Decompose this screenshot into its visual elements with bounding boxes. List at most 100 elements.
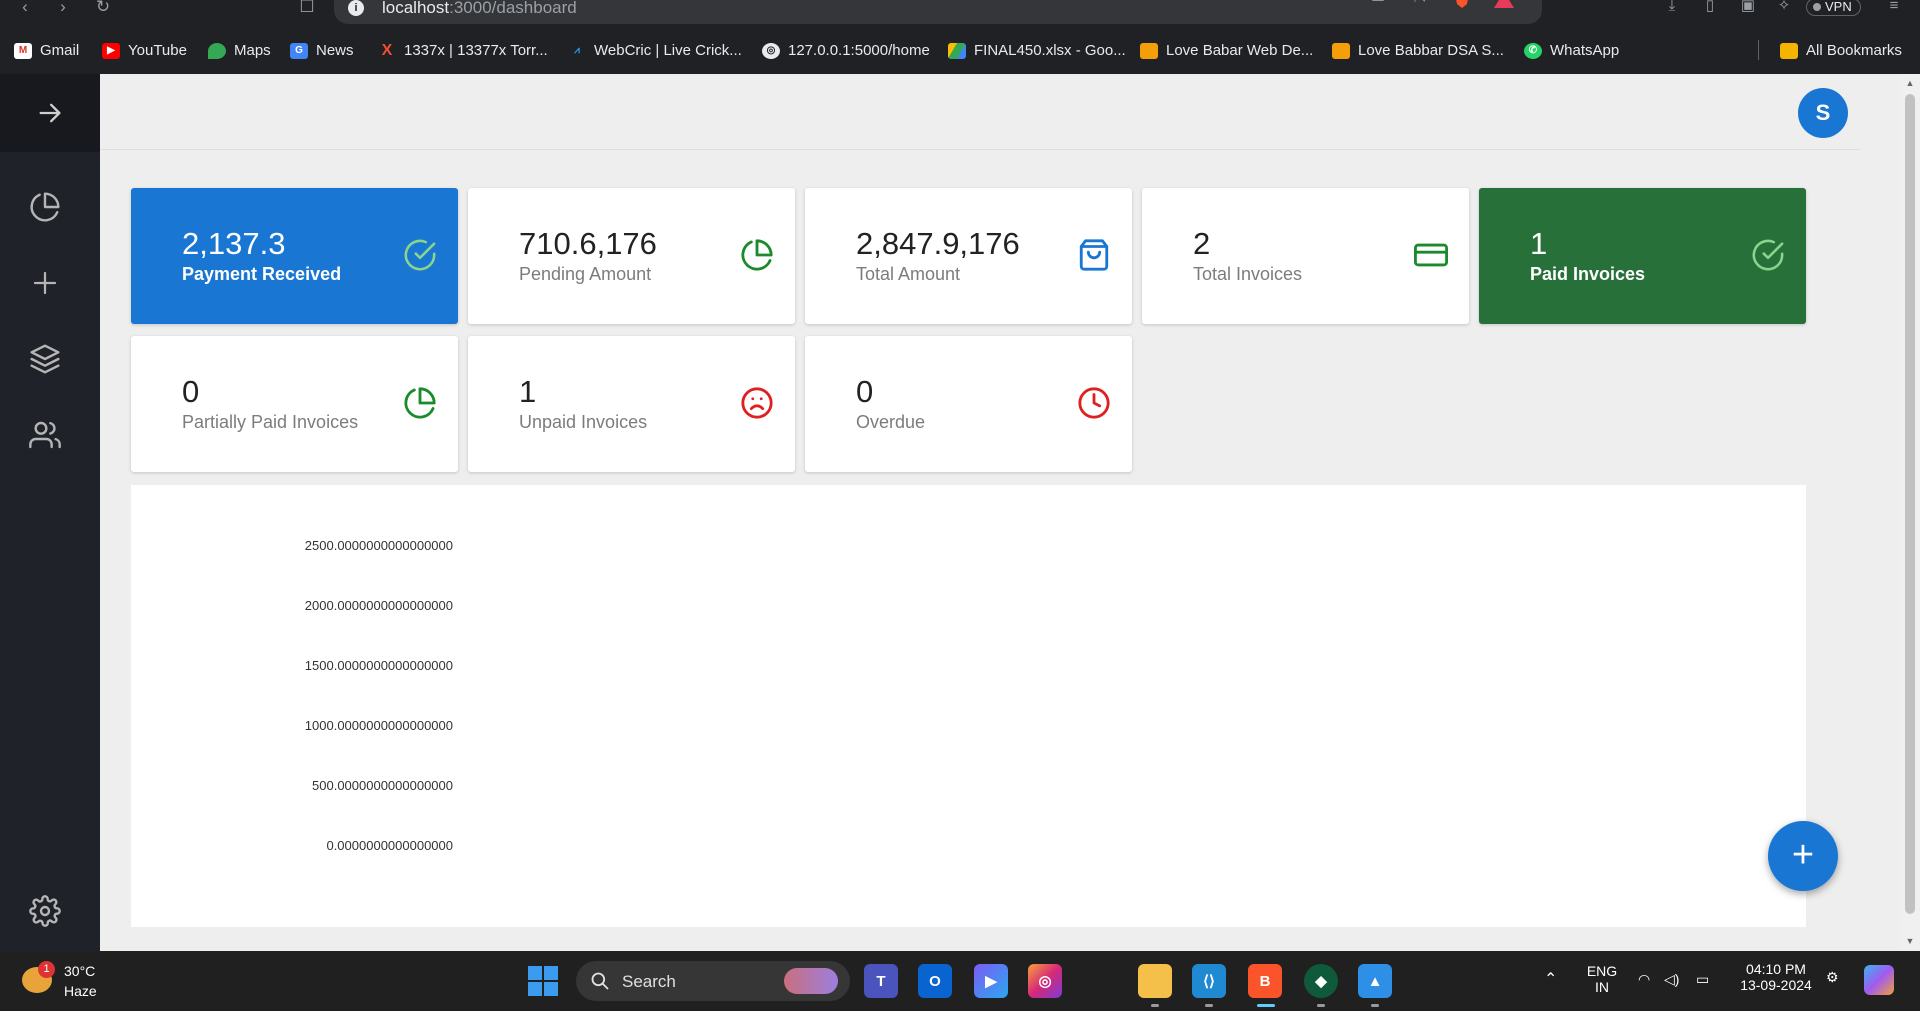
volume-icon[interactable]: ◁) bbox=[1664, 971, 1679, 988]
browser-toolbar: ‹ › ↻ ☐ i localhost:3000/dashboard ▭ ⇱ ⤓… bbox=[0, 0, 1920, 28]
wallet-icon[interactable]: ▣ bbox=[1738, 0, 1758, 16]
clipchamp-icon[interactable]: ▶ bbox=[974, 964, 1008, 998]
url-path: :3000/dashboard bbox=[449, 0, 577, 17]
taskbar-search[interactable]: Search bbox=[576, 961, 850, 1001]
bookmark-localhost[interactable]: ◎ 127.0.0.1:5000/home bbox=[762, 40, 930, 64]
cast-icon[interactable]: ▭ bbox=[1368, 0, 1388, 8]
drive-icon bbox=[948, 43, 966, 60]
y-tick-label: 1500.0000000000000000 bbox=[304, 658, 453, 673]
clock-time: 04:10 PM bbox=[1746, 961, 1806, 977]
bookmark-label: Gmail bbox=[40, 42, 80, 59]
vscode-icon[interactable]: ⟨⟩ bbox=[1192, 964, 1226, 998]
card-label: Payment Received bbox=[182, 264, 342, 284]
brave-shields-icon[interactable] bbox=[1452, 0, 1472, 8]
start-button[interactable] bbox=[528, 966, 558, 996]
sidebar-panel-icon[interactable]: ▯ bbox=[1700, 0, 1720, 16]
sidebar-item-create[interactable] bbox=[26, 264, 64, 302]
gear-icon bbox=[29, 895, 61, 927]
photos-icon[interactable]: ▲ bbox=[1358, 964, 1392, 998]
running-indicator bbox=[1317, 1004, 1325, 1007]
bookmark-final450[interactable]: FINAL450.xlsx - Goo... bbox=[948, 40, 1126, 64]
battery-icon[interactable]: ▭ bbox=[1696, 971, 1709, 988]
maps-icon bbox=[208, 43, 226, 60]
windows-taskbar: 1 30°C Haze Search T O ▶ ◎ ⟨⟩ B ◆ ▲ ⌃ EN… bbox=[0, 951, 1920, 1011]
forward-arrow-icon[interactable]: › bbox=[52, 0, 74, 18]
card-value: 0 bbox=[856, 374, 874, 409]
leo-ai-icon[interactable]: ✧ bbox=[1774, 0, 1794, 16]
notifications-icon[interactable]: ⚙ bbox=[1826, 969, 1839, 986]
search-icon bbox=[591, 972, 609, 990]
sidebar-item-customers[interactable] bbox=[26, 416, 64, 454]
vpn-button[interactable]: VPN bbox=[1806, 0, 1861, 16]
menu-icon[interactable]: ≡ bbox=[1884, 0, 1904, 16]
card-label: Total Invoices bbox=[1193, 264, 1303, 284]
shopping-bag-icon bbox=[1079, 239, 1109, 271]
bookmark-love-babbar-dsa[interactable]: Love Babbar DSA S... bbox=[1332, 40, 1504, 64]
y-tick-label: 1000.0000000000000000 bbox=[304, 718, 453, 733]
weather-condition: Haze bbox=[64, 983, 97, 999]
bookmark-1337x[interactable]: X 1337x | 13377x Torr... bbox=[378, 40, 548, 64]
address-bar[interactable]: i localhost:3000/dashboard ▭ ⇱ bbox=[334, 0, 1542, 24]
reload-icon[interactable]: ↻ bbox=[92, 0, 114, 18]
card-value: 710.6,176 bbox=[519, 226, 657, 261]
y-tick-label: 0.0000000000000000 bbox=[326, 838, 453, 853]
scroll-thumb[interactable] bbox=[1905, 94, 1915, 914]
language-indicator[interactable]: ENG IN bbox=[1586, 963, 1618, 995]
globe-icon: ◎ bbox=[762, 43, 780, 60]
card-label: Total Amount bbox=[856, 264, 961, 284]
avatar[interactable]: S bbox=[1798, 88, 1848, 138]
bookmark-love-babar-web[interactable]: Love Babar Web De... bbox=[1140, 40, 1313, 64]
bookmark-maps[interactable]: Maps bbox=[208, 40, 271, 64]
vpn-status-icon bbox=[1813, 3, 1821, 11]
add-invoice-button[interactable]: + bbox=[1768, 821, 1838, 891]
mongodb-compass-icon[interactable]: ◆ bbox=[1304, 964, 1338, 998]
youtube-icon: ▶ bbox=[102, 43, 120, 60]
teams-icon[interactable]: T bbox=[864, 964, 898, 998]
outlook-icon[interactable]: O bbox=[918, 964, 952, 998]
back-arrow-icon[interactable]: ‹ bbox=[14, 0, 36, 18]
site-info-icon[interactable]: i bbox=[348, 0, 364, 16]
page-scrollbar[interactable]: ▲ ▼ bbox=[1900, 74, 1920, 951]
scroll-up-icon[interactable]: ▲ bbox=[1905, 78, 1915, 88]
folder-icon bbox=[1780, 43, 1798, 60]
bookmark-whatsapp[interactable]: ✆ WhatsApp bbox=[1524, 40, 1619, 64]
running-indicator bbox=[1205, 1004, 1213, 1007]
credit-card-icon bbox=[1414, 243, 1448, 267]
card-label: Unpaid Invoices bbox=[519, 412, 648, 432]
all-bookmarks[interactable]: All Bookmarks bbox=[1780, 40, 1902, 64]
bookmark-page-icon[interactable]: ☐ bbox=[296, 0, 318, 18]
card-payment-received: 2,137.3 Payment Received bbox=[131, 188, 458, 324]
check-circle-icon bbox=[404, 239, 436, 271]
bookmark-youtube[interactable]: ▶ YouTube bbox=[102, 40, 187, 64]
share-icon[interactable]: ⇱ bbox=[1410, 0, 1430, 8]
bookmark-label: 127.0.0.1:5000/home bbox=[788, 42, 930, 59]
tray-chevron-up-icon[interactable]: ⌃ bbox=[1544, 969, 1557, 989]
sidebar-toggle-button[interactable] bbox=[0, 74, 100, 152]
card-total-invoices: 2 Total Invoices bbox=[1142, 188, 1469, 324]
wifi-icon[interactable]: ◠ bbox=[1638, 971, 1650, 988]
bookmark-label: News bbox=[316, 42, 354, 59]
sidebar-item-settings[interactable] bbox=[26, 892, 64, 930]
bookmark-gmail[interactable]: M Gmail bbox=[14, 40, 79, 64]
sidebar-item-dashboard[interactable] bbox=[26, 188, 64, 226]
copilot-icon[interactable] bbox=[1864, 965, 1894, 995]
webcric-icon: ⩘ bbox=[574, 45, 580, 57]
clock[interactable]: 04:10 PM 13-09-2024 bbox=[1736, 961, 1816, 993]
brave-browser-icon[interactable]: B bbox=[1248, 964, 1282, 998]
windows-logo-tile bbox=[544, 966, 558, 980]
running-indicator bbox=[1371, 1004, 1379, 1007]
main-content: S 2,137.3 Payment Received 710.6,176 Pen… bbox=[100, 74, 1900, 951]
pie-chart-icon bbox=[404, 387, 436, 419]
card-value: 2 bbox=[1193, 226, 1211, 261]
url-text: localhost:3000/dashboard bbox=[382, 0, 577, 18]
scroll-down-icon[interactable]: ▼ bbox=[1905, 936, 1915, 946]
bookmark-webcric[interactable]: ⩘ WebCric | Live Crick... bbox=[568, 40, 742, 64]
bookmark-news[interactable]: G News bbox=[290, 40, 354, 64]
card-overdue: 0 Overdue bbox=[805, 336, 1132, 472]
instagram-icon[interactable]: ◎ bbox=[1028, 964, 1062, 998]
bookmark-label: WebCric | Live Crick... bbox=[594, 42, 742, 59]
downloads-icon[interactable]: ⤓ bbox=[1662, 0, 1682, 16]
sidebar-item-invoices[interactable] bbox=[26, 340, 64, 378]
brave-rewards-icon[interactable] bbox=[1494, 0, 1514, 8]
file-explorer-icon[interactable] bbox=[1138, 964, 1172, 998]
